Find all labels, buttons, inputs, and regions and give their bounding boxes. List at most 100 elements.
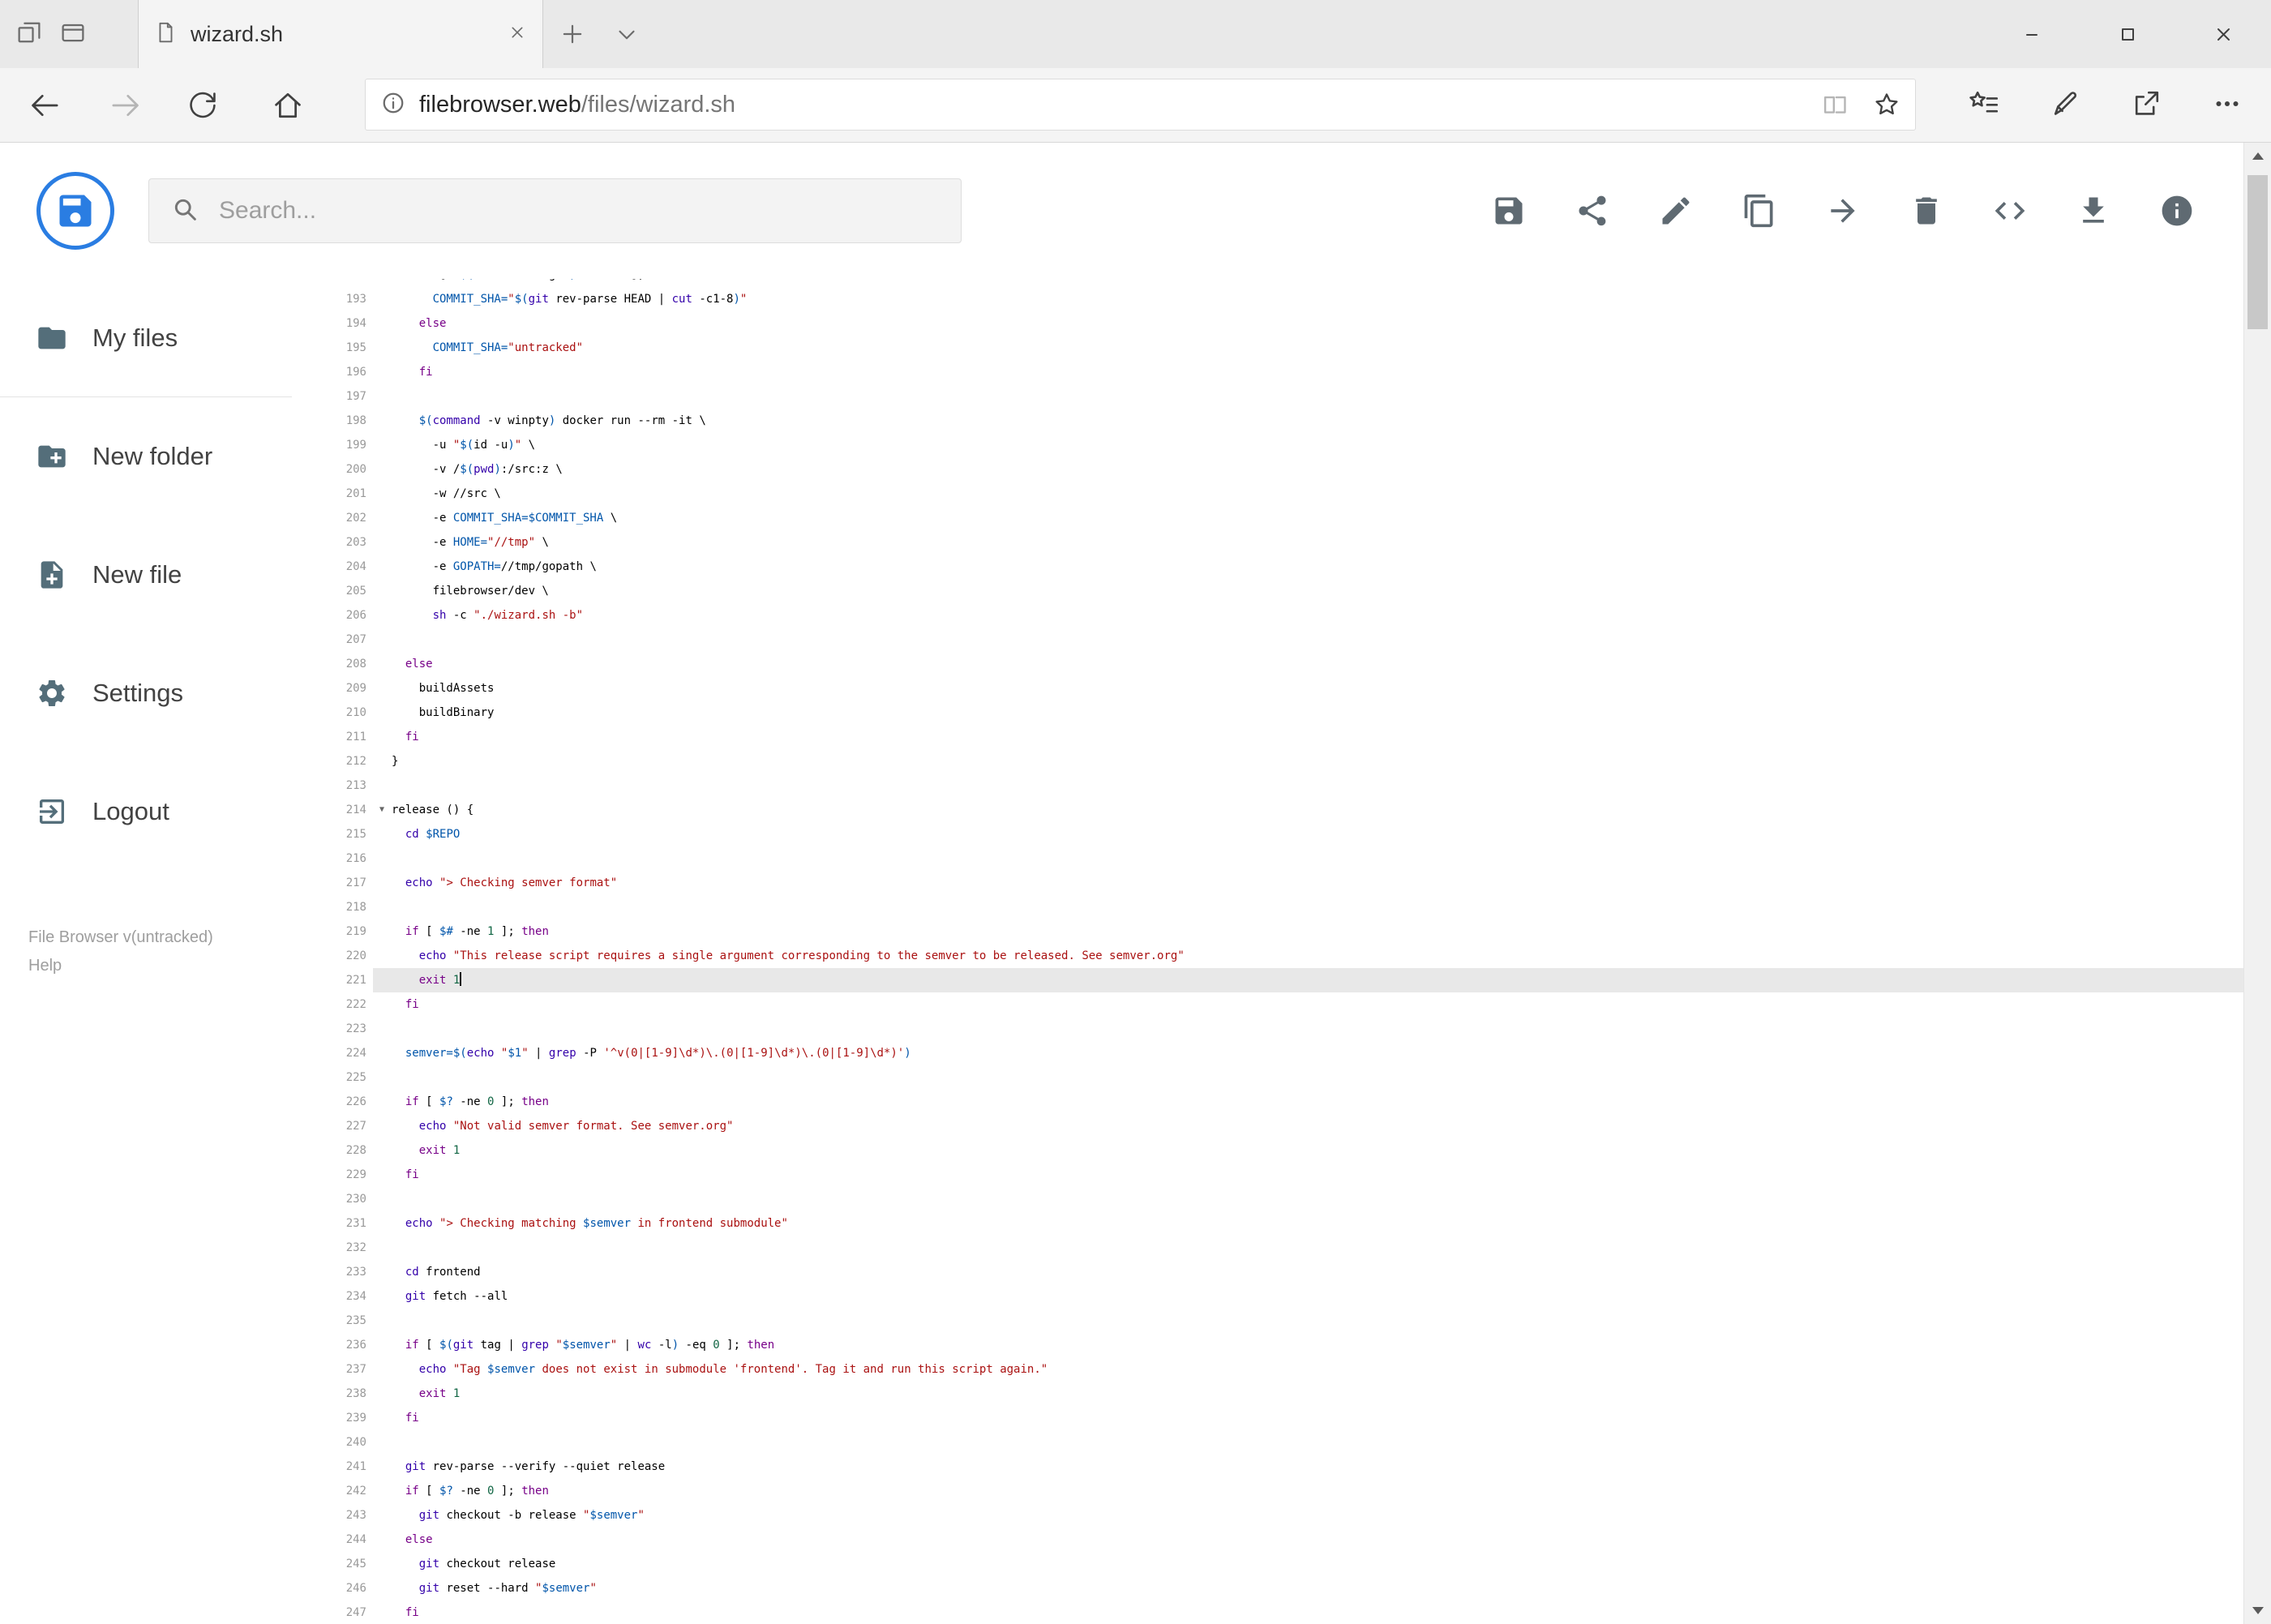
code-line[interactable]: 194 else xyxy=(324,311,2243,336)
code-line[interactable]: 221 exit 1 xyxy=(324,968,2243,992)
page-scrollbar[interactable] xyxy=(2243,143,2271,1624)
ink-pen-button[interactable] xyxy=(2025,68,2106,143)
code-line[interactable]: 198 $(command -v winpty) docker run --rm… xyxy=(324,409,2243,433)
code-line[interactable]: 213 xyxy=(324,773,2243,798)
code-line[interactable]: 225 xyxy=(324,1065,2243,1090)
sidebar-item-my-files[interactable]: My files xyxy=(0,279,292,397)
fold-arrow-icon[interactable]: ▼ xyxy=(379,798,384,822)
maximize-button[interactable] xyxy=(2080,0,2175,68)
code-line[interactable]: 246 git reset --hard "$semver" xyxy=(324,1576,2243,1600)
code-line[interactable]: 204 -e GOPATH=//tmp/gopath \ xyxy=(324,555,2243,579)
code-line[interactable]: 203 -e HOME="//tmp" \ xyxy=(324,530,2243,555)
save-icon[interactable] xyxy=(1491,193,1527,229)
close-window-button[interactable] xyxy=(2175,0,2271,68)
code-line[interactable]: 235 xyxy=(324,1309,2243,1333)
forward-button[interactable] xyxy=(106,86,145,125)
edit-icon[interactable] xyxy=(1658,193,1694,229)
code-line[interactable]: 243 git checkout -b release "$semver" xyxy=(324,1503,2243,1528)
code-line[interactable]: 193 COMMIT_SHA="$(git rev-parse HEAD | c… xyxy=(324,287,2243,311)
code-line[interactable]: 216 xyxy=(324,846,2243,871)
code-line[interactable]: 201 -w //src \ xyxy=(324,482,2243,506)
info-icon[interactable] xyxy=(2159,193,2195,229)
code-line[interactable]: 195 COMMIT_SHA="untracked" xyxy=(324,336,2243,360)
code-line[interactable]: 205 filebrowser/dev \ xyxy=(324,579,2243,603)
code-line[interactable]: 242 if [ $? -ne 0 ]; then xyxy=(324,1479,2243,1503)
share-icon[interactable] xyxy=(1575,193,1610,229)
code-line[interactable]: 196 fi xyxy=(324,360,2243,384)
new-tab-button[interactable] xyxy=(558,19,587,53)
code-line[interactable]: 210 buildBinary xyxy=(324,701,2243,725)
scrollbar-thumb[interactable] xyxy=(2247,175,2268,329)
code-line[interactable]: 212} xyxy=(324,749,2243,773)
sidebar-item-new-file[interactable]: New file xyxy=(0,516,292,634)
code-line[interactable]: 206 sh -c "./wizard.sh -b" xyxy=(324,603,2243,628)
move-icon[interactable] xyxy=(1825,193,1861,229)
code-line[interactable]: 218 xyxy=(324,895,2243,919)
code-line[interactable]: 214 ▼ release () { xyxy=(324,798,2243,822)
code-line[interactable]: 226 if [ $? -ne 0 ]; then xyxy=(324,1090,2243,1114)
code-line[interactable]: 247 fi xyxy=(324,1600,2243,1624)
code-line[interactable]: 222 fi xyxy=(324,992,2243,1017)
code-line[interactable]: 239 fi xyxy=(324,1406,2243,1430)
code-line[interactable]: 211 fi xyxy=(324,725,2243,749)
hub-favorites-button[interactable] xyxy=(1943,68,2025,143)
back-button[interactable] xyxy=(25,86,64,125)
code-icon[interactable] xyxy=(1992,193,2028,229)
refresh-button[interactable] xyxy=(183,86,222,125)
code-line[interactable]: 245 git checkout release xyxy=(324,1552,2243,1576)
sidebar-item-new-folder[interactable]: New folder xyxy=(0,397,292,516)
scroll-down-arrow-icon[interactable] xyxy=(2252,1607,2264,1614)
app-logo[interactable] xyxy=(36,172,114,250)
favorite-star-icon[interactable] xyxy=(1871,89,1902,120)
browser-tab[interactable]: wizard.sh xyxy=(138,0,543,68)
sidebar-item-logout[interactable]: Logout xyxy=(0,752,292,871)
help-link[interactable]: Help xyxy=(28,952,213,980)
home-button[interactable] xyxy=(268,86,307,125)
code-line[interactable]: 234 git fetch --all xyxy=(324,1284,2243,1309)
code-line[interactable]: 229 fi xyxy=(324,1163,2243,1187)
code-line[interactable]: 217 echo "> Checking semver format" xyxy=(324,871,2243,895)
code-line[interactable]: 202 -e COMMIT_SHA=$COMMIT_SHA \ xyxy=(324,506,2243,530)
code-line[interactable]: 224 semver=$(echo "$1" | grep -P '^v(0|[… xyxy=(324,1041,2243,1065)
code-line[interactable]: 231 echo "> Checking matching $semver in… xyxy=(324,1211,2243,1236)
code-editor[interactable]: 192 if [ "$(command -v git)" != "" ]; th… xyxy=(324,279,2243,1624)
code-line[interactable]: 207 xyxy=(324,628,2243,652)
tabs-aside-button[interactable] xyxy=(11,16,47,52)
delete-icon[interactable] xyxy=(1909,193,1944,229)
code-line[interactable]: 230 xyxy=(324,1187,2243,1211)
download-icon[interactable] xyxy=(2076,193,2111,229)
code-line[interactable]: 215 cd $REPO xyxy=(324,822,2243,846)
code-line[interactable]: 233 cd frontend xyxy=(324,1260,2243,1284)
code-line[interactable]: 220 echo "This release script requires a… xyxy=(324,944,2243,968)
code-line[interactable]: 241 git rev-parse --verify --quiet relea… xyxy=(324,1455,2243,1479)
tab-preview-chevron-icon[interactable] xyxy=(613,21,641,53)
code-line[interactable]: 208 else xyxy=(324,652,2243,676)
code-line[interactable]: 200 -v /$(pwd):/src:z \ xyxy=(324,457,2243,482)
reading-view-icon[interactable] xyxy=(1819,89,1850,120)
code-line[interactable]: 232 xyxy=(324,1236,2243,1260)
tab-preview-button[interactable] xyxy=(55,16,91,52)
copy-icon[interactable] xyxy=(1742,193,1777,229)
more-menu-button[interactable] xyxy=(2187,68,2268,143)
scroll-up-arrow-icon[interactable] xyxy=(2252,152,2264,160)
code-line[interactable]: 199 -u "$(id -u)" \ xyxy=(324,433,2243,457)
site-info-icon[interactable] xyxy=(379,88,408,122)
code-line[interactable]: 209 buildAssets xyxy=(324,676,2243,701)
address-bar[interactable]: filebrowser.web/files/wizard.sh xyxy=(365,79,1916,131)
search-box[interactable] xyxy=(148,178,962,243)
code-line[interactable]: 228 exit 1 xyxy=(324,1138,2243,1163)
code-line[interactable]: 197 xyxy=(324,384,2243,409)
code-line[interactable]: 240 xyxy=(324,1430,2243,1455)
code-line[interactable]: 238 exit 1 xyxy=(324,1382,2243,1406)
code-line[interactable]: 227 echo "Not valid semver format. See s… xyxy=(324,1114,2243,1138)
search-input[interactable] xyxy=(219,197,940,225)
sidebar-item-settings[interactable]: Settings xyxy=(0,634,292,752)
code-line[interactable]: 236 if [ $(git tag | grep "$semver" | wc… xyxy=(324,1333,2243,1357)
code-line[interactable]: 237 echo "Tag $semver does not exist in … xyxy=(324,1357,2243,1382)
code-line[interactable]: 192 if [ "$(command -v git)" != "" ]; th… xyxy=(324,279,2243,287)
code-line[interactable]: 244 else xyxy=(324,1528,2243,1552)
code-line[interactable]: 223 xyxy=(324,1017,2243,1041)
share-page-button[interactable] xyxy=(2106,68,2187,143)
code-line[interactable]: 219 if [ $# -ne 1 ]; then xyxy=(324,919,2243,944)
minimize-button[interactable] xyxy=(1984,0,2080,68)
